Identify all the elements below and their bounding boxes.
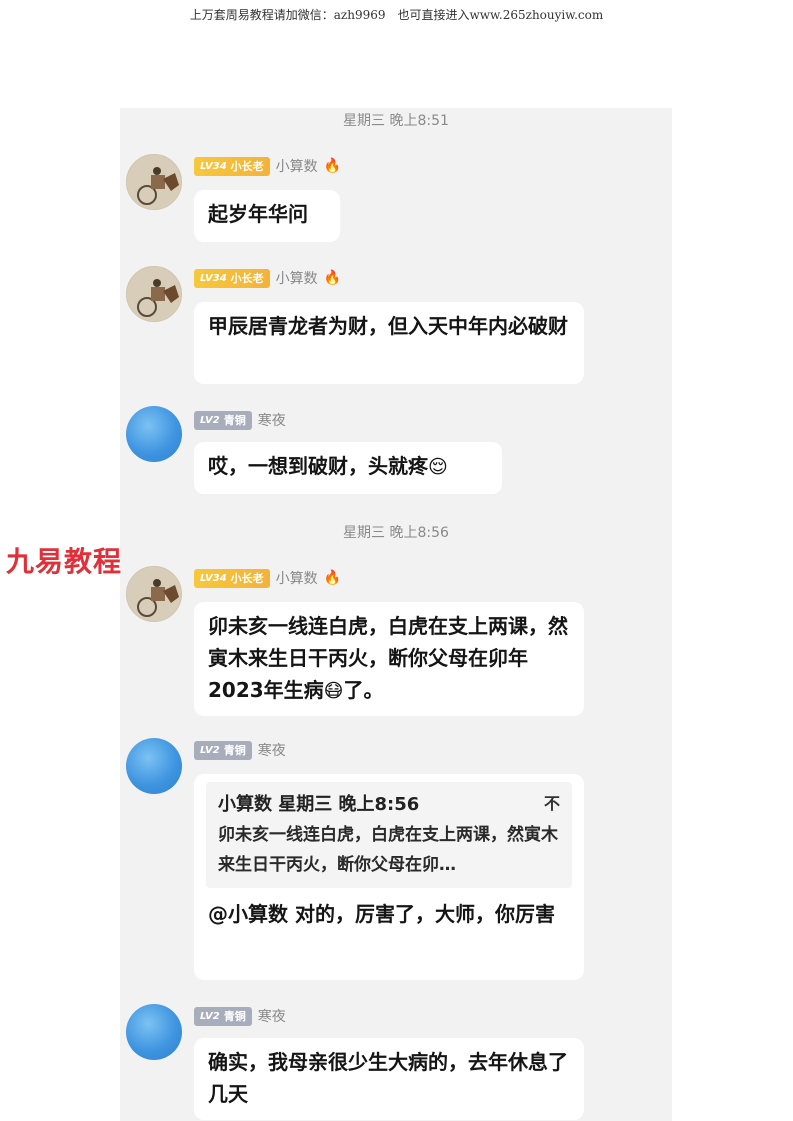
message-text: 甲辰居青龙者为财，但入天中年内必破财	[208, 314, 568, 338]
message-bubble[interactable]: 哎，一想到破财，头就疼😌	[194, 442, 502, 494]
message-bubble[interactable]: 确实，我母亲很少生大病的，去年休息了几天	[194, 1038, 584, 1120]
quoted-message[interactable]: 小算数 星期三 晚上8:56 不 卯未亥一线连白虎，白虎在支上两课，然寅木来生日…	[206, 782, 572, 888]
avatar-xiaosuanshu[interactable]	[126, 566, 182, 622]
avatar-hanye[interactable]	[126, 406, 182, 462]
avatar-hanye[interactable]	[126, 738, 182, 794]
message-text: @小算数 对的，厉害了，大师，你厉害	[208, 902, 555, 926]
message-text: 哎，一想到破财，头就疼	[208, 454, 428, 478]
avatar-xiaosuanshu[interactable]	[126, 266, 182, 322]
time-separator: 星期三 晚上8:56	[343, 525, 449, 541]
message-bubble[interactable]: 卯未亥一线连白虎，白虎在支上两课，然寅木来生日干丙火，断你父母在卯年2023年生…	[194, 602, 584, 716]
sender-name[interactable]: 小算数	[276, 156, 318, 176]
quote-header: 小算数 星期三 晚上8:56	[218, 794, 420, 815]
time-separator: 星期三 晚上8:51	[343, 113, 449, 129]
level-badge: LV34 小长老	[194, 268, 270, 288]
sender-meta: LV2 青铜 寒夜	[194, 740, 286, 760]
level-badge: LV2 青铜	[194, 740, 252, 760]
sender-meta: LV34 小长老 小算数 🔥	[194, 268, 341, 288]
message-text: 确实，我母亲很少生大病的，去年休息了几天	[208, 1050, 568, 1106]
sender-meta: LV2 青铜 寒夜	[194, 410, 286, 430]
reply-message-bubble[interactable]: 小算数 星期三 晚上8:56 不 卯未亥一线连白虎，白虎在支上两课，然寅木来生日…	[194, 774, 584, 980]
level-badge: LV2 青铜	[194, 410, 252, 430]
sender-meta: LV34 小长老 小算数 🔥	[194, 156, 341, 176]
chat-panel[interactable]: 星期三 晚上8:51 LV34 小长老 小算数 🔥 起岁年华问 LV34 小长老 小…	[120, 108, 672, 1121]
jiuyi-logo-watermark: 九易教程	[6, 545, 123, 578]
avatar-xiaosuanshu[interactable]	[126, 154, 182, 210]
avatar-hanye[interactable]	[126, 1004, 182, 1060]
message-text: 起岁年华问	[208, 202, 308, 226]
sender-name[interactable]: 小算数	[276, 268, 318, 288]
message-text-tail: 了。	[343, 678, 384, 702]
fire-icon: 🔥	[323, 570, 342, 586]
top-watermark: 上万套周易教程请加微信：azh9969 也可直接进入www.265zhouyiw…	[189, 8, 604, 22]
mask-face-emoji-icon: 😷	[323, 680, 344, 702]
quote-collapse-button[interactable]: 不	[544, 788, 560, 820]
relieved-face-emoji-icon: 😌	[428, 456, 448, 478]
sender-name[interactable]: 寒夜	[258, 410, 286, 430]
sender-name[interactable]: 寒夜	[258, 1006, 286, 1026]
sender-meta: LV34 小长老 小算数 🔥	[194, 568, 341, 588]
fire-icon: 🔥	[323, 158, 342, 174]
level-badge: LV34 小长老	[194, 156, 270, 176]
sender-name[interactable]: 小算数	[276, 568, 318, 588]
message-bubble[interactable]: 起岁年华问	[194, 190, 340, 242]
fire-icon: 🔥	[323, 270, 342, 286]
message-text: 卯未亥一线连白虎，白虎在支上两课，然寅木来生日干丙火，断你父母在卯年2023年生…	[208, 614, 568, 702]
sender-name[interactable]: 寒夜	[258, 740, 286, 760]
level-badge: LV34 小长老	[194, 568, 270, 588]
message-bubble[interactable]: 甲辰居青龙者为财，但入天中年内必破财	[194, 302, 584, 384]
sender-meta: LV2 青铜 寒夜	[194, 1006, 286, 1026]
quote-text: 卯未亥一线连白虎，白虎在支上两课，然寅木来生日干丙火，断你父母在卯…	[218, 825, 558, 875]
level-badge: LV2 青铜	[194, 1006, 252, 1026]
